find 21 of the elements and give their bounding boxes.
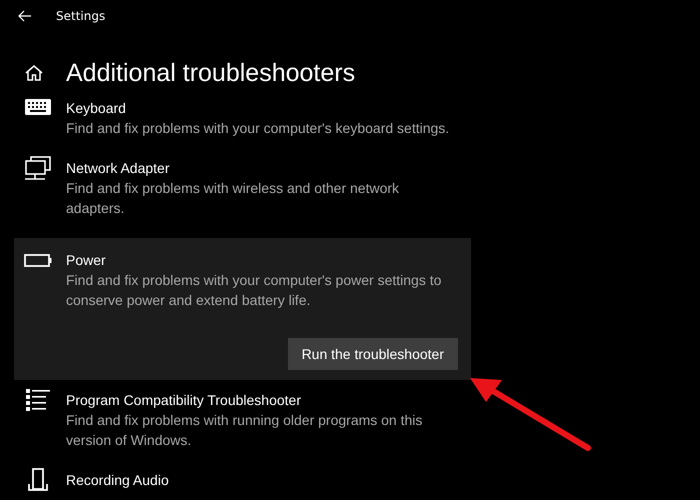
troubleshooter-description: Find and fix problems with running older programs on this version of Windows. <box>66 411 424 450</box>
troubleshooter-title: Network Adapter <box>66 159 170 178</box>
troubleshooter-item[interactable]: Network Adapter Find and fix problems with wireless and other network adapters. <box>14 158 471 238</box>
troubleshooter-title: Program Compatibility Troubleshooter <box>66 391 302 410</box>
troubleshooter-item[interactable]: Keyboard Find and fix problems with your computer's keyboard settings. <box>14 98 471 158</box>
network-computer-icon <box>24 156 52 180</box>
troubleshooter-title: Recording Audio <box>66 471 170 490</box>
troubleshooter-description: Find and fix problems with your computer's keyboard settings. <box>66 119 450 138</box>
window-title: Settings <box>56 9 106 23</box>
troubleshooter-title: Power <box>66 251 107 270</box>
selected-item-panel[interactable]: Power Find and fix problems with your computer's power settings to conserve power and extend battery life. Run the troubleshooter <box>14 238 471 380</box>
troubleshooter-description: Find and fix problems with your computer's power settings to conserve power and extend battery life. <box>66 271 442 310</box>
home-icon[interactable] <box>24 63 44 83</box>
troubleshooter-description: Find and fix problems with wireless and other network adapters. <box>66 179 400 218</box>
back-arrow-icon[interactable] <box>18 10 32 22</box>
run-troubleshooter-button[interactable]: Run the troubleshooter <box>288 338 458 370</box>
page-title: Additional troubleshooters <box>66 58 356 88</box>
troubleshooter-title: Keyboard <box>66 99 127 118</box>
troubleshooter-item[interactable]: Program Compatibility Troubleshooter Find and fix problems with running older programs on this version of Windows. <box>14 390 471 470</box>
troubleshooter-item[interactable]: Recording Audio <box>14 470 471 500</box>
list-icon <box>24 388 52 412</box>
